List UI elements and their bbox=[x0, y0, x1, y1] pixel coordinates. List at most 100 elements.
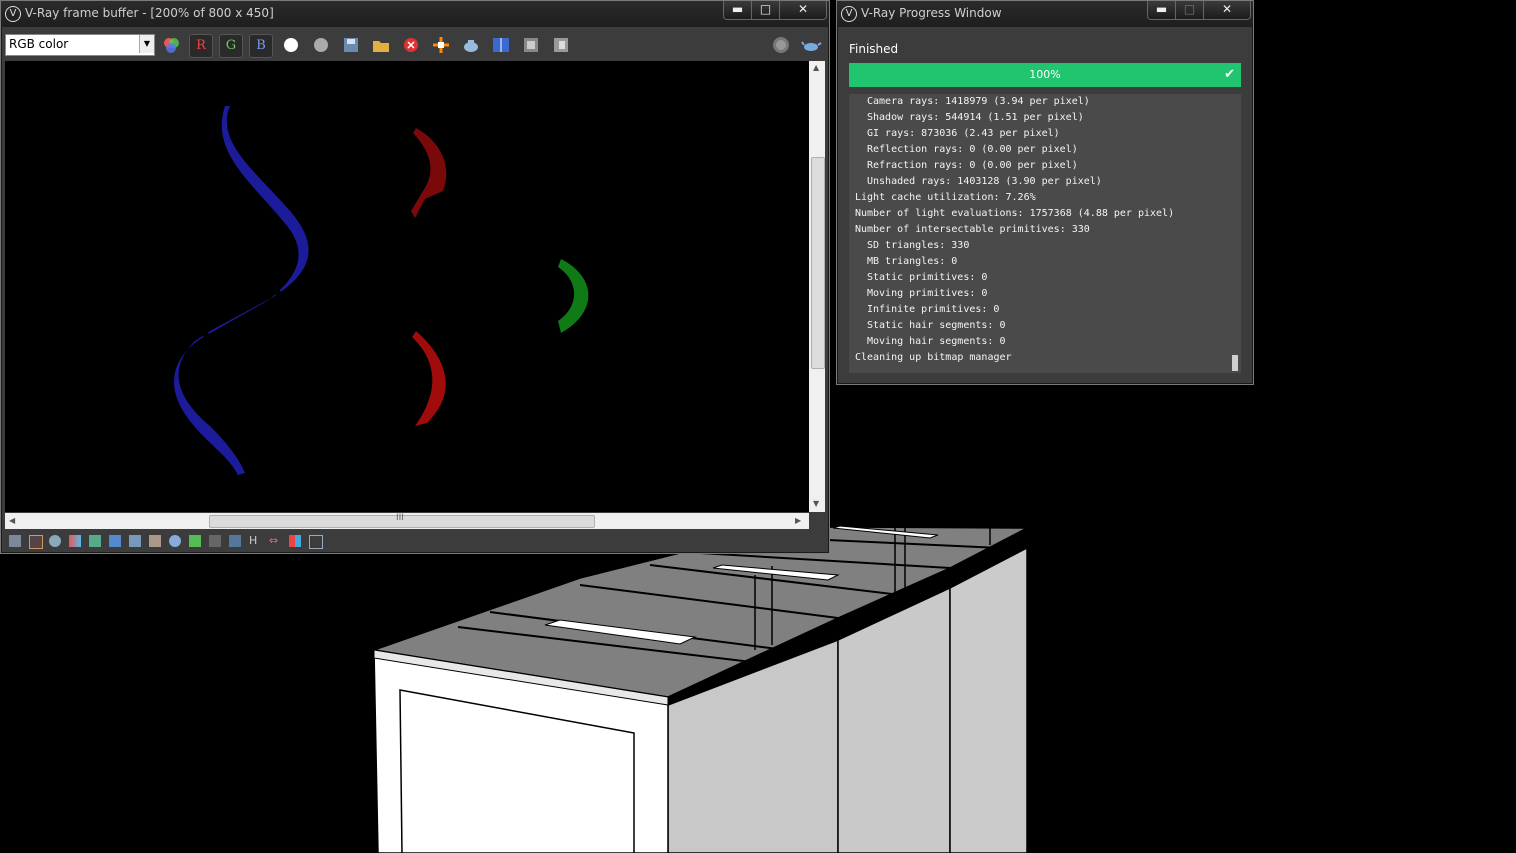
log-scroll-thumb[interactable] bbox=[1232, 355, 1238, 371]
lut-icon[interactable] bbox=[229, 535, 241, 547]
frame-buffer-title: V-Ray frame buffer - [200% of 800 x 450] bbox=[25, 6, 274, 20]
rendered-image[interactable] bbox=[5, 61, 809, 512]
teapot-icon bbox=[464, 40, 478, 52]
vertical-scrollbar[interactable]: ▲ ▼ bbox=[809, 61, 825, 512]
levels-icon[interactable] bbox=[109, 535, 121, 547]
scroll-right-icon[interactable]: ▶ bbox=[795, 516, 801, 525]
log-line: Number of light evaluations: 1757368 (4.… bbox=[855, 208, 1175, 219]
channel-dropdown-value: RGB color bbox=[9, 37, 69, 51]
region-render-button[interactable] bbox=[520, 34, 542, 56]
horizontal-scroll-thumb[interactable]: III bbox=[209, 513, 595, 528]
minimize-icon: ▬ bbox=[731, 2, 744, 16]
compare-icon bbox=[493, 38, 509, 52]
log-line: Cleaning up bitmap manager bbox=[855, 352, 1012, 363]
frame-buffer-bottom-toolbar: H ⇔ bbox=[3, 531, 827, 551]
log-line: Camera rays: 1418979 (3.94 per pixel) bbox=[867, 96, 1090, 107]
history-button[interactable] bbox=[550, 34, 572, 56]
log-line: Number of intersectable primitives: 330 bbox=[855, 224, 1090, 235]
blue-channel-button[interactable]: B bbox=[249, 34, 273, 58]
log-line: MB triangles: 0 bbox=[867, 256, 958, 267]
red-channel-button[interactable]: R bbox=[189, 34, 213, 58]
color-channels-button[interactable] bbox=[160, 34, 182, 56]
progress-window-title: V-Ray Progress Window bbox=[861, 6, 1002, 20]
sphere-icon bbox=[773, 37, 789, 53]
minimize-icon: ▬ bbox=[1155, 2, 1168, 16]
render-log[interactable]: Camera rays: 1418979 (3.94 per pixel) Sha… bbox=[849, 94, 1241, 373]
ab-split-icon[interactable] bbox=[289, 535, 301, 547]
vray-logo-icon: V bbox=[841, 6, 857, 22]
maximize-button[interactable]: □ bbox=[751, 1, 780, 20]
histogram-icon[interactable] bbox=[129, 535, 141, 547]
close-button[interactable]: ✕ bbox=[779, 1, 827, 20]
vray-logo-icon: V bbox=[5, 6, 21, 22]
white-balance-icon[interactable] bbox=[189, 535, 201, 547]
scroll-left-icon[interactable]: ◀ bbox=[9, 516, 15, 525]
settings-icon[interactable] bbox=[309, 535, 323, 549]
scroll-down-icon[interactable]: ▼ bbox=[813, 499, 819, 508]
maximize-icon: □ bbox=[1183, 2, 1196, 16]
curves-icon[interactable] bbox=[149, 535, 161, 547]
close-icon: ✕ bbox=[797, 2, 809, 16]
log-line: Light cache utilization: 7.26% bbox=[855, 192, 1036, 203]
exposure-icon[interactable] bbox=[169, 535, 181, 547]
display-panel-icon[interactable] bbox=[9, 535, 21, 547]
monochrome-button[interactable] bbox=[310, 34, 332, 56]
scroll-grip: III bbox=[396, 513, 404, 523]
vray-progress-window: V V-Ray Progress Window ▬ □ ✕ Finished 1… bbox=[836, 0, 1254, 385]
frame-buffer-titlebar[interactable]: V V-Ray frame buffer - [200% of 800 x 45… bbox=[1, 1, 829, 27]
progress-percent: 100% bbox=[1029, 68, 1061, 81]
log-line: Static primitives: 0 bbox=[867, 272, 988, 283]
scroll-up-icon[interactable]: ▲ bbox=[813, 63, 819, 72]
minimize-button[interactable]: ▬ bbox=[1147, 1, 1176, 20]
log-line: Moving primitives: 0 bbox=[867, 288, 988, 299]
vray-frame-buffer-window: V V-Ray frame buffer - [200% of 800 x 45… bbox=[0, 0, 830, 554]
clear-icon bbox=[404, 38, 418, 52]
lens-effects-button[interactable] bbox=[770, 34, 792, 56]
channel-dropdown[interactable]: RGB color ▼ bbox=[5, 34, 155, 56]
horizontal-scrollbar[interactable]: ◀ III ▶ bbox=[5, 513, 809, 529]
hsl-icon[interactable] bbox=[89, 535, 101, 547]
track-mouse-button[interactable] bbox=[430, 34, 452, 56]
close-button[interactable]: ✕ bbox=[1203, 1, 1251, 20]
save-icon bbox=[344, 38, 358, 52]
log-line: Infinite primitives: 0 bbox=[867, 304, 1000, 315]
minimize-button[interactable]: ▬ bbox=[723, 1, 752, 20]
folder-icon bbox=[373, 41, 389, 52]
close-icon: ✕ bbox=[1221, 2, 1233, 16]
cross-arrows-icon bbox=[433, 37, 449, 53]
compare-split-icon[interactable]: ⇔ bbox=[269, 535, 281, 547]
info-icon[interactable] bbox=[49, 535, 61, 547]
teapot-render-icon bbox=[801, 41, 822, 51]
save-image-button[interactable] bbox=[340, 34, 362, 56]
render-status: Finished bbox=[849, 42, 899, 56]
log-line: GI rays: 873036 (2.43 per pixel) bbox=[867, 128, 1060, 139]
maximize-button[interactable]: □ bbox=[1175, 1, 1204, 20]
log-line: Shadow rays: 544914 (1.51 per pixel) bbox=[867, 112, 1084, 123]
log-line: Unshaded rays: 1403128 (3.90 per pixel) bbox=[867, 176, 1102, 187]
log-line: Moving hair segments: 0 bbox=[867, 336, 1006, 347]
log-line: SD triangles: 330 bbox=[867, 240, 970, 251]
log-line: Refraction rays: 0 (0.00 per pixel) bbox=[867, 160, 1078, 171]
alpha-white-button[interactable] bbox=[280, 34, 302, 56]
checkmark-icon: ✔ bbox=[1224, 67, 1235, 82]
progress-bar: 100% ✔ bbox=[849, 63, 1241, 87]
clear-image-button[interactable] bbox=[400, 34, 422, 56]
gray-circle-icon bbox=[314, 38, 328, 52]
history-icon bbox=[554, 38, 568, 52]
region-icon bbox=[524, 38, 538, 52]
frame-icon[interactable] bbox=[29, 535, 43, 549]
start-render-button[interactable] bbox=[800, 34, 822, 56]
maximize-icon: □ bbox=[759, 2, 772, 16]
curve-icon[interactable] bbox=[209, 535, 221, 547]
chevron-down-icon: ▼ bbox=[139, 35, 154, 53]
render-preview bbox=[174, 106, 589, 475]
h-icon[interactable]: H bbox=[249, 535, 261, 547]
progress-titlebar[interactable]: V V-Ray Progress Window ▬ □ ✕ bbox=[837, 1, 1253, 27]
load-image-button[interactable] bbox=[370, 34, 392, 56]
vertical-scroll-thumb[interactable] bbox=[811, 157, 825, 369]
log-line: Reflection rays: 0 (0.00 per pixel) bbox=[867, 144, 1078, 155]
render-last-button[interactable] bbox=[460, 34, 482, 56]
color-correction-icon[interactable] bbox=[69, 535, 81, 547]
green-channel-button[interactable]: G bbox=[219, 34, 243, 58]
ab-compare-button[interactable] bbox=[490, 34, 512, 56]
